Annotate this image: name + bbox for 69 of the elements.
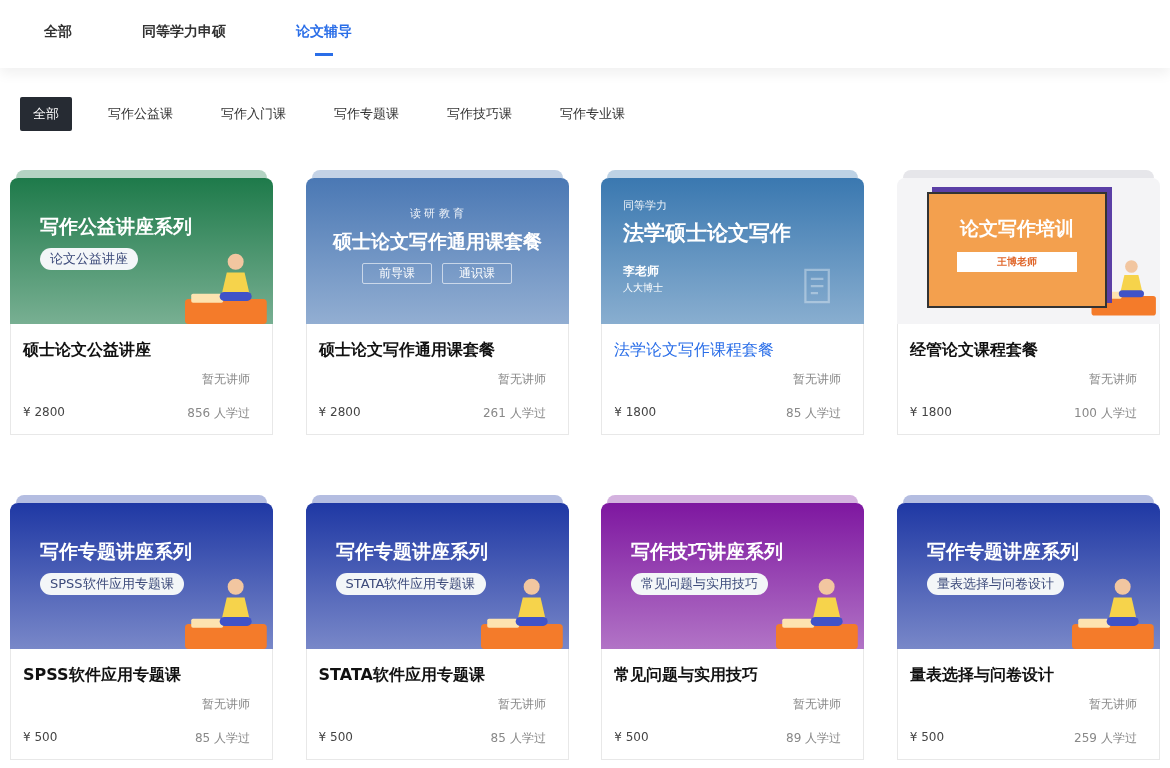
teacher-label: 暂无讲师	[202, 696, 250, 713]
banner-headline: 写作专题讲座系列	[926, 539, 1079, 564]
course-card[interactable]: 写作专题讲座系列 量表选择与问卷设计 量表选择与问卷设计 暂无讲师 ¥ 500 259 人学过	[896, 495, 1160, 760]
teacher-label: 暂无讲师	[1088, 696, 1137, 713]
banner-kicker: 读 研 教 育	[409, 206, 465, 221]
banner-headline: 写作公益讲座系列	[40, 214, 192, 239]
banner-tag: 量表选择与问卷设计	[926, 573, 1064, 595]
category-tab[interactable]: 全部	[28, 12, 88, 56]
banner-headline: 写作专题讲座系列	[40, 539, 192, 564]
learner-count: 85 人学过	[490, 730, 546, 747]
banner-author-title: 人大博士	[623, 281, 665, 295]
teacher-label: 暂无讲师	[1088, 371, 1137, 388]
course-price: ¥ 1800	[909, 405, 952, 421]
banner-tag: 通识课	[442, 263, 513, 284]
course-price: ¥ 1800	[614, 405, 657, 421]
course-price: ¥ 2800	[23, 405, 65, 421]
learner-count: 856 人学过	[187, 405, 250, 422]
course-title[interactable]: 硕士论文公益讲座	[23, 340, 250, 361]
banner-tag: 前导课	[362, 263, 433, 284]
learner-count: 89 人学过	[786, 730, 842, 747]
category-tab[interactable]: 论文辅导	[280, 12, 368, 56]
course-card[interactable]: 写作公益讲座系列 论文公益讲座 硕士论文公益讲座 暂无讲师 ¥ 2800 856 人学过	[10, 170, 273, 435]
teacher-label: 暂无讲师	[497, 696, 546, 713]
banner-headline: 论文写作培训	[959, 216, 1074, 241]
banner-headline: 写作专题讲座系列	[335, 539, 488, 564]
learner-count: 100 人学过	[1074, 405, 1137, 422]
course-title[interactable]: 硕士论文写作通用课套餐	[318, 340, 546, 361]
course-card[interactable]: 读 研 教 育 硕士论文写作通用课套餐 前导课 通识课 硕士论文写作通用课套餐 暂无讲师 ¥ 2800 261 人学过	[305, 170, 569, 435]
course-title[interactable]: 法学论文写作课程套餐	[614, 340, 842, 361]
filter-chip[interactable]: 写作专业课	[548, 97, 637, 131]
filter-chip[interactable]: 写作技巧课	[435, 97, 524, 131]
course-title[interactable]: STATA软件应用专题课	[318, 665, 546, 686]
course-card[interactable]: 论文写作培训 王博老师 经管论文课程套餐 暂无讲师 ¥ 1800 100 人学过	[896, 170, 1160, 435]
banner-tag: STATA软件应用专题课	[335, 573, 486, 595]
learner-count: 85 人学过	[786, 405, 842, 422]
filter-chip[interactable]: 写作专题课	[322, 97, 411, 131]
course-title[interactable]: 量表选择与问卷设计	[909, 665, 1137, 686]
learner-count: 85 人学过	[194, 730, 250, 747]
teacher-label: 暂无讲师	[497, 371, 546, 388]
course-price: ¥ 500	[909, 730, 945, 746]
course-title[interactable]: 常见问题与实用技巧	[614, 665, 842, 686]
course-price: ¥ 2800	[318, 405, 361, 421]
learner-count: 259 人学过	[1074, 730, 1137, 747]
course-card[interactable]: 写作专题讲座系列 STATA软件应用专题课 STATA软件应用专题课 暂无讲师 ¥ 500 85 人学过	[305, 495, 569, 760]
banner-headline: 写作技巧讲座系列	[631, 539, 784, 564]
filter-chip[interactable]: 写作入门课	[209, 97, 298, 131]
banner-tag: SPSS软件应用专题课	[40, 573, 184, 595]
banner-tag: 王博老师	[956, 252, 1077, 272]
category-tab[interactable]: 同等学力申硕	[126, 12, 242, 56]
banner-tag: 论文公益讲座	[40, 248, 138, 270]
banner-kicker: 同等学力	[623, 198, 669, 213]
banner-author: 李老师	[623, 263, 661, 280]
banner-headline: 硕士论文写作通用课套餐	[332, 229, 542, 254]
banner-tag: 常见问题与实用技巧	[631, 573, 769, 595]
course-card[interactable]: 写作技巧讲座系列 常见问题与实用技巧 常见问题与实用技巧 暂无讲师 ¥ 500 89 人学过	[601, 495, 865, 760]
banner-headline: 法学硕士论文写作	[623, 220, 792, 247]
course-title[interactable]: 经管论文课程套餐	[909, 340, 1137, 361]
filter-chip[interactable]: 写作公益课	[96, 97, 185, 131]
filter-chip[interactable]: 全部	[20, 97, 72, 131]
teacher-label: 暂无讲师	[202, 371, 250, 388]
course-title[interactable]: SPSS软件应用专题课	[23, 665, 250, 686]
teacher-label: 暂无讲师	[793, 696, 842, 713]
teacher-label: 暂无讲师	[793, 371, 842, 388]
course-price: ¥ 500	[23, 730, 58, 746]
learner-count: 261 人学过	[482, 405, 546, 422]
course-card[interactable]: 写作专题讲座系列 SPSS软件应用专题课 SPSS软件应用专题课 暂无讲师 ¥ 500 85 人学过	[10, 495, 273, 760]
course-price: ¥ 500	[614, 730, 649, 746]
course-price: ¥ 500	[318, 730, 353, 746]
course-card[interactable]: 同等学力 法学硕士论文写作 李老师 人大博士 法学论文写作课程套餐 暂无讲师 ¥ 1800 85 人学过	[601, 170, 865, 435]
